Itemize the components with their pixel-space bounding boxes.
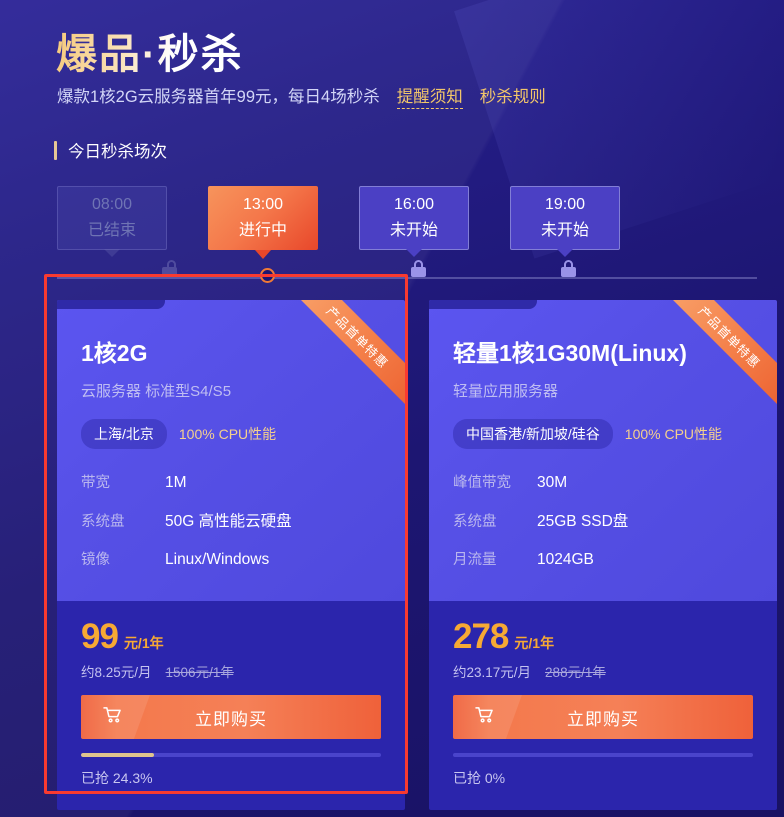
session-tab-1300[interactable]: 13:00 进行中 xyxy=(208,186,318,250)
price-row: 278 元/1年 xyxy=(453,617,753,657)
lock-icon xyxy=(411,260,426,277)
card-title: 轻量1核1G30M(Linux) xyxy=(453,340,687,366)
session-state: 进行中 xyxy=(238,222,287,239)
timeline-node-1300 xyxy=(260,268,275,283)
spec-row: 月流量 1024GB xyxy=(453,548,753,569)
price-unit: 元/1年 xyxy=(123,635,164,651)
session-state: 未开始 xyxy=(389,222,438,239)
product-card-lighthouse-1core1g[interactable]: 产品首单特惠 轻量1核1G30M(Linux) 轻量应用服务器 中国香港/新加坡… xyxy=(429,300,777,810)
session-state: 未开始 xyxy=(540,222,589,239)
price-unit: 元/1年 xyxy=(514,635,555,651)
session-timeline xyxy=(57,260,757,283)
cpu-note: 100% CPU性能 xyxy=(178,426,277,442)
page-subtitle-row: 爆款1核2G云服务器首年99元，每日4场秒杀 提醒须知 秒杀规则 xyxy=(57,83,546,109)
card-corner-notch xyxy=(57,300,165,309)
spec-key: 月流量 xyxy=(453,552,497,568)
card-price-section: 99 元/1年 约8.25元/月 1506元/1年 立即购买 已抢 24.3% xyxy=(57,601,405,810)
session-tab-0800[interactable]: 08:00 已结束 xyxy=(57,186,167,250)
region-badge: 上海/北京 xyxy=(81,419,167,449)
session-tab-1600[interactable]: 16:00 未开始 xyxy=(359,186,469,250)
spec-key: 系统盘 xyxy=(81,514,125,530)
session-tab-1900[interactable]: 19:00 未开始 xyxy=(510,186,620,250)
spec-value: 1024GB xyxy=(537,551,594,568)
card-price-section: 278 元/1年 约23.17元/月 288元/1年 立即购买 已抢 0% xyxy=(429,601,777,810)
buy-now-label: 立即购买 xyxy=(195,709,267,729)
price-row: 99 元/1年 xyxy=(81,617,381,657)
card-subtitle: 轻量应用服务器 xyxy=(453,383,559,400)
price-original: 288元/1年 xyxy=(545,665,606,680)
spec-key: 带宽 xyxy=(81,475,110,491)
spec-value: 25GB SSD盘 xyxy=(537,513,629,530)
price-amount: 99 xyxy=(81,617,119,656)
page-subtitle: 爆款1核2G云服务器首年99元，每日4场秒杀 xyxy=(57,88,380,106)
card-badges: 中国香港/新加坡/硅谷 100% CPU性能 xyxy=(453,419,753,449)
session-tabs: 08:00 已结束 13:00 进行中 16:00 未开始 19:00 未开始 xyxy=(57,186,620,250)
timeline-node-1600 xyxy=(411,260,426,277)
session-time: 13:00 xyxy=(242,196,284,213)
stock-progress-label: 已抢 0% xyxy=(453,770,506,786)
spec-value: 30M xyxy=(537,474,568,491)
price-monthly: 约8.25元/月 xyxy=(81,665,152,680)
current-session-marker-icon xyxy=(260,268,275,283)
session-state: 已结束 xyxy=(87,222,136,239)
price-secondary: 约23.17元/月 288元/1年 xyxy=(453,661,753,681)
product-card-list: 产品首单特惠 1核2G 云服务器 标准型S4/S5 上海/北京 100% CPU… xyxy=(57,300,777,810)
timeline-node-1900 xyxy=(561,260,576,277)
spec-key: 系统盘 xyxy=(453,514,497,530)
spec-key: 峰值带宽 xyxy=(453,475,511,491)
buy-now-button[interactable]: 立即购买 xyxy=(81,695,381,739)
buy-now-button[interactable]: 立即购买 xyxy=(453,695,753,739)
stock-progress-bar xyxy=(81,753,381,757)
timeline-node-0800 xyxy=(162,260,177,277)
price-monthly: 约23.17元/月 xyxy=(453,665,532,680)
stock-progress-bar xyxy=(453,753,753,757)
seckill-rules-link[interactable]: 秒杀规则 xyxy=(480,83,546,107)
price-amount: 278 xyxy=(453,617,509,656)
shopping-cart-icon xyxy=(475,706,494,728)
card-spec-section: 产品首单特惠 轻量1核1G30M(Linux) 轻量应用服务器 中国香港/新加坡… xyxy=(429,300,777,601)
cpu-note: 100% CPU性能 xyxy=(624,426,723,442)
unlock-icon xyxy=(162,260,177,277)
session-time: 19:00 xyxy=(544,196,586,213)
reminder-notice-link[interactable]: 提醒须知 xyxy=(396,83,463,109)
spec-value: 1M xyxy=(165,474,187,491)
page-title: 爆品·秒杀 xyxy=(56,20,244,80)
product-card-1core2g[interactable]: 产品首单特惠 1核2G 云服务器 标准型S4/S5 上海/北京 100% CPU… xyxy=(57,300,405,810)
card-corner-notch xyxy=(429,300,537,309)
buy-now-label: 立即购买 xyxy=(567,709,639,729)
session-time: 08:00 xyxy=(91,196,133,213)
spec-row: 带宽 1M xyxy=(81,471,381,492)
price-original: 1506元/1年 xyxy=(165,665,234,680)
spec-value: Linux/Windows xyxy=(165,551,270,568)
spec-row: 系统盘 25GB SSD盘 xyxy=(453,509,753,531)
region-badge: 中国香港/新加坡/硅谷 xyxy=(453,419,613,449)
section-title: 今日秒杀场次 xyxy=(68,143,167,161)
spec-value: 50G 高性能云硬盘 xyxy=(165,513,292,530)
card-subtitle: 云服务器 标准型S4/S5 xyxy=(81,383,232,400)
price-secondary: 约8.25元/月 1506元/1年 xyxy=(81,661,381,681)
section-accent-bar xyxy=(54,140,57,160)
spec-row: 峰值带宽 30M xyxy=(453,471,753,492)
shopping-cart-icon xyxy=(103,706,122,728)
stock-progress-fill xyxy=(81,753,154,757)
spec-row: 系统盘 50G 高性能云硬盘 xyxy=(81,509,381,531)
lock-icon xyxy=(561,260,576,277)
card-spec-section: 产品首单特惠 1核2G 云服务器 标准型S4/S5 上海/北京 100% CPU… xyxy=(57,300,405,601)
stock-progress-label: 已抢 24.3% xyxy=(81,770,153,786)
session-time: 16:00 xyxy=(393,196,435,213)
section-header: 今日秒杀场次 xyxy=(54,138,167,162)
spec-row: 镜像 Linux/Windows xyxy=(81,548,381,569)
spec-key: 镜像 xyxy=(81,552,110,568)
card-title: 1核2G xyxy=(81,340,148,366)
card-badges: 上海/北京 100% CPU性能 xyxy=(81,419,381,449)
